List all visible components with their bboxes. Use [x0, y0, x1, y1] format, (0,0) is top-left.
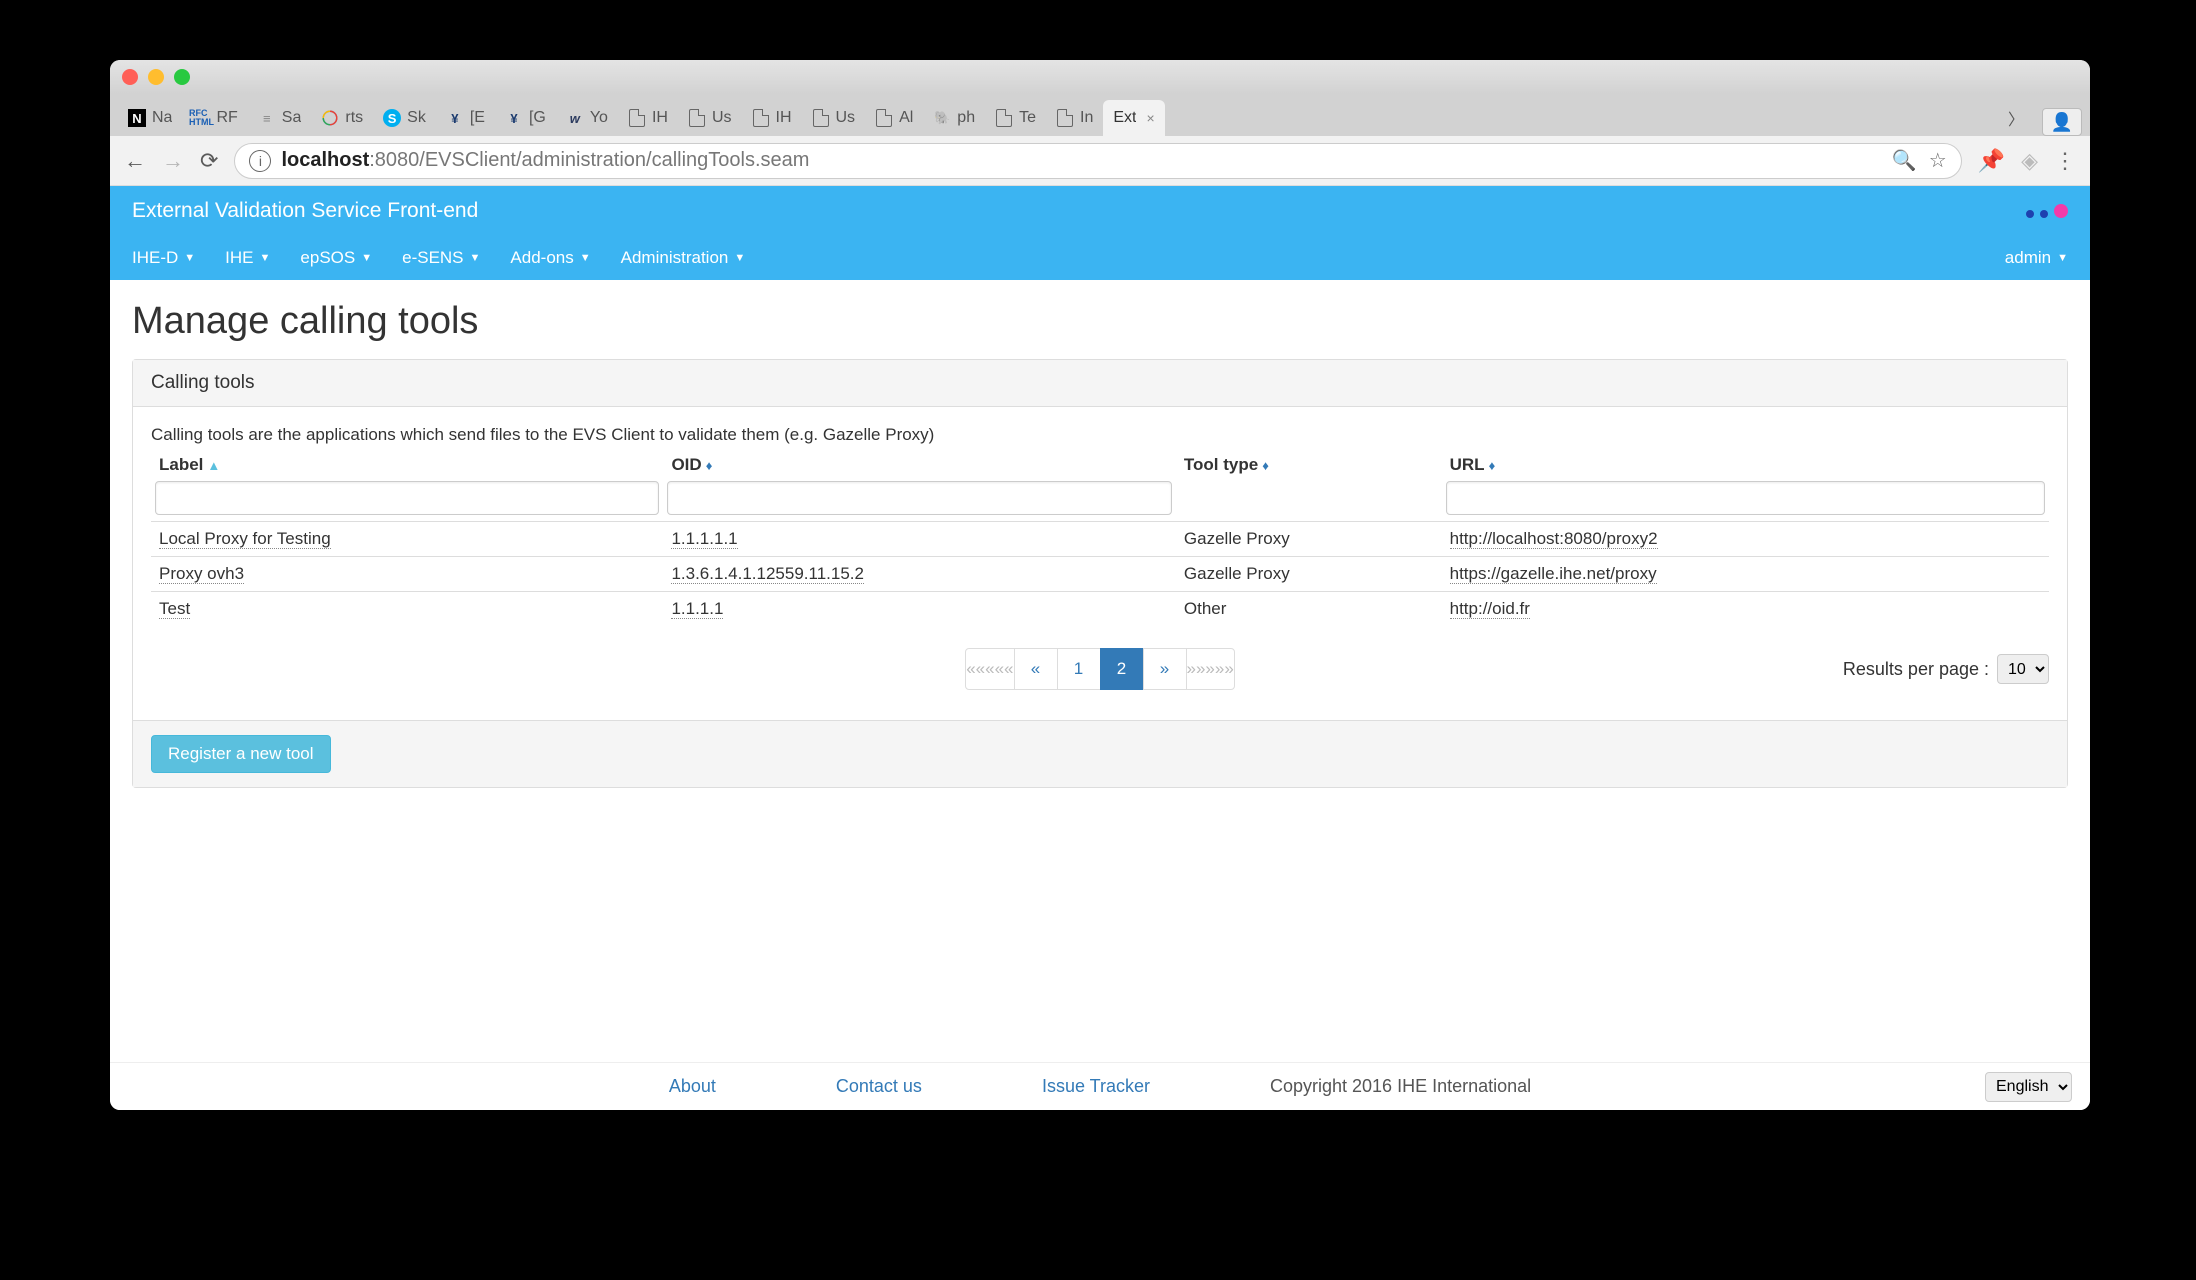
language-select[interactable]: English: [1985, 1072, 2072, 1102]
tab-overflow[interactable]: 〉: [1998, 100, 2034, 136]
url-field[interactable]: i localhost:8080/EVSClient/administratio…: [234, 143, 1961, 179]
col-type[interactable]: Tool type♦: [1176, 451, 1442, 481]
drive-icon[interactable]: ◈: [2021, 148, 2038, 174]
nav-user[interactable]: admin▼: [2005, 248, 2068, 268]
page-footer: About Contact us Issue Tracker Copyright…: [110, 1062, 2090, 1110]
tab-strip: NNa RFCHTMLRF ≡Sa rts SSk ¥[E ¥[G wYo IH…: [110, 94, 2090, 136]
window-titlebar: [110, 60, 2090, 94]
browser-tab[interactable]: ≡Sa: [248, 100, 312, 136]
browser-tab[interactable]: Us: [678, 100, 742, 136]
nav-ihe-d[interactable]: IHE-D▼: [132, 248, 195, 268]
footer-contact[interactable]: Contact us: [836, 1076, 922, 1097]
filter-oid[interactable]: [667, 481, 1171, 515]
chevron-down-icon: ▼: [184, 252, 195, 264]
footer-about[interactable]: About: [669, 1076, 716, 1097]
calling-tools-table: Label▲ OID♦ Tool type♦ URL♦: [151, 451, 2049, 626]
main-nav: IHE-D▼ IHE▼ epSOS▼ e-SENS▼ Add-ons▼ Admi…: [110, 236, 2090, 280]
pagination-row: ««««« « 1 2 » »»»»» Results per page : 1…: [151, 626, 2049, 712]
back-button[interactable]: ←: [124, 148, 146, 174]
panel-heading: Calling tools: [133, 360, 2067, 407]
sort-icon: ♦: [1489, 458, 1496, 473]
filter-url[interactable]: [1446, 481, 2045, 515]
col-url[interactable]: URL♦: [1442, 451, 2049, 481]
page-title: Manage calling tools: [132, 300, 2068, 343]
browser-tab[interactable]: NNa: [118, 100, 182, 136]
chevron-down-icon: ▼: [580, 252, 591, 264]
browser-tab[interactable]: wYo: [556, 100, 618, 136]
page-first[interactable]: «««««: [965, 648, 1014, 690]
profile-button[interactable]: 👤: [2042, 108, 2082, 136]
page-last[interactable]: »»»»»: [1186, 648, 1235, 690]
nav-administration[interactable]: Administration▼: [621, 248, 746, 268]
chevron-down-icon: ▼: [734, 252, 745, 264]
nav-epsos[interactable]: epSOS▼: [300, 248, 372, 268]
register-tool-button[interactable]: Register a new tool: [151, 735, 331, 773]
close-tab-icon[interactable]: ×: [1146, 110, 1154, 126]
table-row: Local Proxy for Testing 1.1.1.1.1 Gazell…: [151, 522, 2049, 557]
brand-logo: [2026, 204, 2068, 218]
brand-title: External Validation Service Front-end: [132, 199, 478, 223]
menu-button[interactable]: ⋮: [2054, 148, 2076, 174]
chevron-down-icon: ▼: [260, 252, 271, 264]
reload-button[interactable]: ⟳: [200, 148, 218, 174]
browser-tab[interactable]: ¥[G: [495, 100, 556, 136]
page-next[interactable]: »: [1143, 648, 1187, 690]
page-1[interactable]: 1: [1057, 648, 1101, 690]
footer-issue-tracker[interactable]: Issue Tracker: [1042, 1076, 1150, 1097]
browser-tab[interactable]: rts: [311, 100, 373, 136]
filter-label[interactable]: [155, 481, 659, 515]
extensions: 📌 ◈ ⋮: [1978, 148, 2076, 174]
table-row: Proxy ovh3 1.3.6.1.4.1.12559.11.15.2 Gaz…: [151, 557, 2049, 592]
browser-tab[interactable]: Te: [985, 100, 1046, 136]
maximize-window-button[interactable]: [174, 69, 190, 85]
nav-esens[interactable]: e-SENS▼: [402, 248, 480, 268]
brand-bar: External Validation Service Front-end: [110, 186, 2090, 236]
browser-tab[interactable]: IH: [618, 100, 678, 136]
browser-tab[interactable]: 🐘ph: [923, 100, 985, 136]
browser-tab[interactable]: IH: [742, 100, 802, 136]
panel-description: Calling tools are the applications which…: [151, 425, 2049, 445]
close-window-button[interactable]: [122, 69, 138, 85]
chevron-down-icon: ▼: [361, 252, 372, 264]
calling-tools-panel: Calling tools Calling tools are the appl…: [132, 359, 2068, 788]
col-label[interactable]: Label▲: [151, 451, 663, 481]
nav-addons[interactable]: Add-ons▼: [510, 248, 590, 268]
browser-tab[interactable]: In: [1046, 100, 1103, 136]
minimize-window-button[interactable]: [148, 69, 164, 85]
page-content: External Validation Service Front-end IH…: [110, 186, 2090, 1110]
site-info-icon[interactable]: i: [249, 150, 271, 172]
pagination: ««««« « 1 2 » »»»»»: [965, 648, 1235, 690]
browser-tab[interactable]: RFCHTMLRF: [182, 100, 247, 136]
sort-icon: ♦: [1262, 458, 1269, 473]
sort-icon: ♦: [706, 458, 713, 473]
browser-tab[interactable]: Us: [802, 100, 866, 136]
table-row: Test 1.1.1.1 Other http://oid.fr: [151, 592, 2049, 627]
sort-asc-icon: ▲: [207, 458, 220, 473]
results-per-page: Results per page : 10: [1843, 654, 2049, 684]
browser-window: NNa RFCHTMLRF ≡Sa rts SSk ¥[E ¥[G wYo IH…: [110, 60, 2090, 1110]
rpp-select[interactable]: 10: [1997, 654, 2049, 684]
page-2[interactable]: 2: [1100, 648, 1144, 690]
traffic-lights: [122, 69, 190, 85]
nav-ihe[interactable]: IHE▼: [225, 248, 270, 268]
url-host: localhost: [281, 149, 369, 172]
language-selector: English: [1985, 1072, 2072, 1102]
url-path: :8080/EVSClient/administration/callingTo…: [369, 149, 809, 172]
col-oid[interactable]: OID♦: [663, 451, 1175, 481]
footer-copyright: Copyright 2016 IHE International: [1270, 1076, 1531, 1097]
browser-tab-active[interactable]: Ext×: [1103, 100, 1164, 136]
browser-tab[interactable]: SSk: [373, 100, 436, 136]
browser-tab[interactable]: Al: [865, 100, 923, 136]
page-prev[interactable]: «: [1014, 648, 1058, 690]
address-bar: ← → ⟳ i localhost:8080/EVSClient/adminis…: [110, 136, 2090, 186]
browser-tab[interactable]: ¥[E: [436, 100, 495, 136]
forward-button[interactable]: →: [162, 148, 184, 174]
zoom-icon[interactable]: 🔍: [1892, 148, 1917, 173]
chevron-down-icon: ▼: [2057, 252, 2068, 264]
bookmark-icon[interactable]: ☆: [1929, 148, 1947, 173]
pin-icon[interactable]: 📌: [1978, 148, 2005, 174]
chevron-down-icon: ▼: [470, 252, 481, 264]
rpp-label: Results per page :: [1843, 659, 1989, 680]
